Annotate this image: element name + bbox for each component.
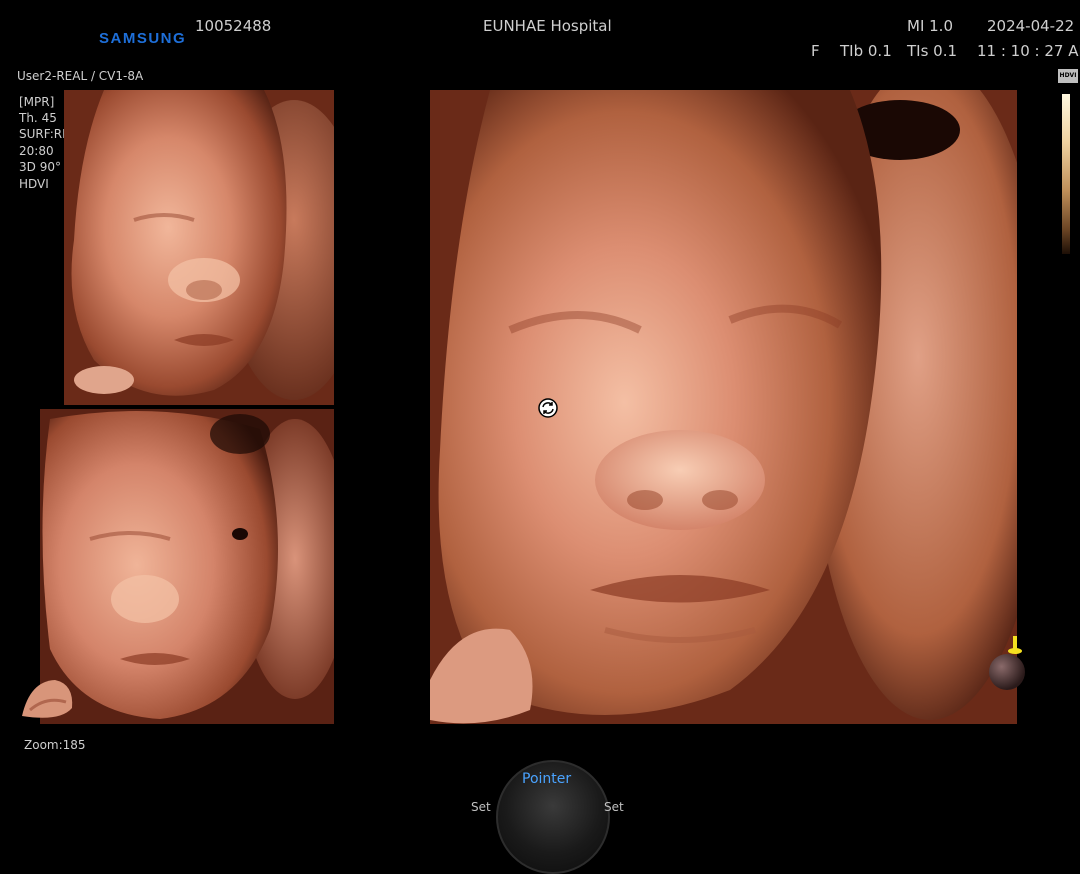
pointer-label[interactable]: Pointer bbox=[522, 771, 571, 787]
thermal-index-soft: TIs 0.1 bbox=[907, 42, 958, 60]
param-hdvi: HDVI bbox=[19, 177, 49, 191]
rotate-cursor-icon[interactable] bbox=[537, 397, 559, 419]
viewport-main[interactable] bbox=[430, 90, 1017, 724]
hand-fragment bbox=[20, 676, 76, 724]
hospital-name: EUNHAE Hospital bbox=[483, 17, 612, 35]
thermal-index-bone: TIb 0.1 bbox=[840, 42, 892, 60]
viewport-top-left[interactable] bbox=[64, 90, 334, 405]
param-mode: [MPR] bbox=[19, 95, 55, 109]
set-right-label[interactable]: Set bbox=[604, 800, 624, 814]
param-ratio: 20:80 bbox=[19, 144, 54, 158]
hdvi-badge: HDVI bbox=[1058, 69, 1078, 83]
viewport-bottom-left[interactable] bbox=[40, 409, 334, 724]
probe-info: User2-REAL / CV1-8A bbox=[17, 69, 144, 83]
patient-sex: F bbox=[811, 42, 820, 60]
exam-time: 11 : 10 : 27 AM bbox=[977, 42, 1080, 60]
light-source-icon[interactable] bbox=[987, 634, 1027, 692]
mechanical-index: MI 1.0 bbox=[907, 17, 953, 35]
set-left-label[interactable]: Set bbox=[471, 800, 491, 814]
patient-id: 10052488 bbox=[195, 17, 272, 35]
fetal-face-render-small-1 bbox=[64, 90, 334, 405]
brand-logo: SAMSUNG bbox=[99, 30, 187, 47]
param-angle: 3D 90° bbox=[19, 160, 61, 174]
fetal-face-render-main bbox=[430, 90, 1017, 724]
color-map-bar bbox=[1062, 94, 1070, 254]
exam-date: 2024-04-22 bbox=[987, 17, 1075, 35]
param-thickness: Th. 45 bbox=[19, 111, 57, 125]
zoom-level: Zoom:185 bbox=[24, 738, 86, 752]
fetal-face-render-small-2 bbox=[40, 409, 334, 724]
